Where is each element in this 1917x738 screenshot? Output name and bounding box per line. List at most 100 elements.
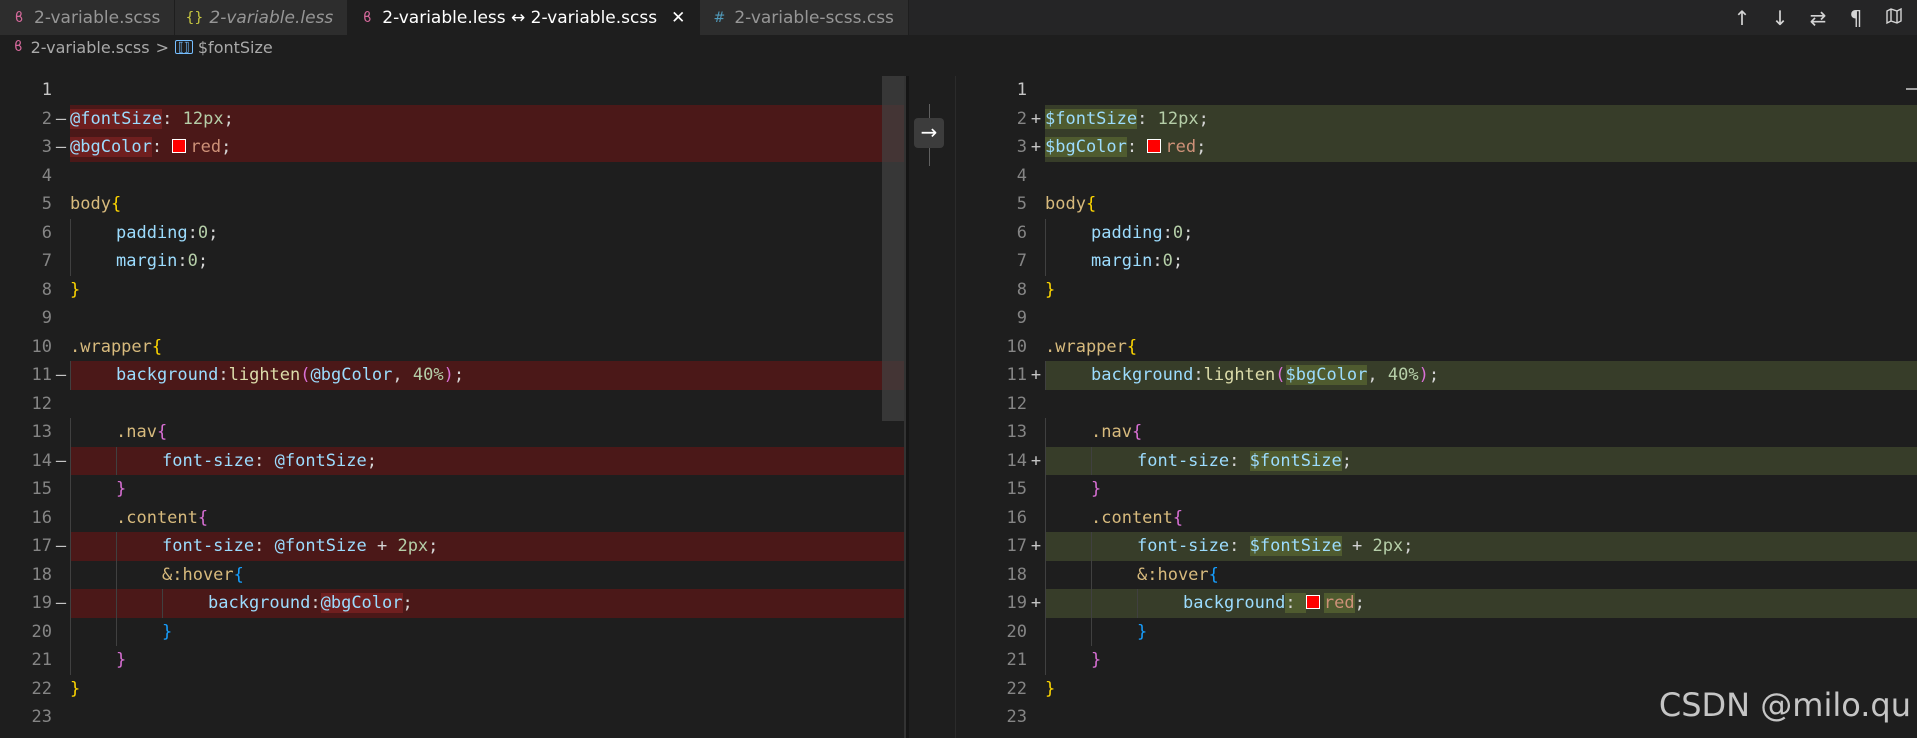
code-line[interactable]: 4 (975, 162, 1917, 191)
code-line[interactable]: 13 .nav{ (0, 418, 905, 447)
code-line[interactable]: 21} (0, 646, 905, 675)
code-line[interactable]: 8} (0, 276, 905, 305)
indent-guide (70, 475, 116, 504)
code-line[interactable]: 11 + background:lighten($bgColor, 40%); (975, 361, 1917, 390)
code-line[interactable]: 14 + font-size: $fontSize; (975, 446, 1917, 476)
code-line[interactable]: 10 .wrapper{ (975, 333, 1917, 362)
code-line[interactable]: 12 (975, 390, 1917, 419)
line-number: 19 (31, 593, 52, 613)
code-line[interactable]: 15} (975, 475, 1917, 504)
code-token: : (310, 593, 321, 613)
code-line[interactable]: 11— background:lighten(@bgColor, 40%); (0, 361, 905, 390)
braces-icon: {} (185, 9, 204, 26)
code-token: red (190, 137, 222, 157)
code-line[interactable]: 19 + background: red; (975, 589, 1917, 618)
line-gutter: 15 (0, 475, 70, 504)
code-line[interactable]: 17 + font-size: $fontSize + 2px; (975, 532, 1917, 561)
line-gutter: 18 (975, 561, 1045, 590)
code-line[interactable]: 14— font-size: @fontSize; (0, 446, 905, 475)
line-code: background:@bgColor; (70, 589, 905, 618)
color-swatch[interactable] (1147, 139, 1162, 153)
code-line[interactable]: 6 padding:0; (975, 218, 1917, 247)
code-line[interactable]: 17— font-size: @fontSize + 2px; (0, 532, 905, 561)
indent-guide (116, 560, 162, 589)
code-line[interactable]: 16 .content{ (975, 503, 1917, 532)
code-line[interactable]: 1 (0, 76, 905, 105)
arrow-down-icon[interactable]: ↓ (1769, 6, 1791, 30)
code-line[interactable]: 18 &:hover{ (975, 560, 1917, 590)
code-line[interactable]: 16 .content{ (0, 503, 905, 532)
line-number: 11 (31, 365, 52, 385)
line-code: padding:0; (1045, 218, 1917, 247)
diff-original-editor[interactable]: 1 2— @fontSize: 12px; 3— @bgColor: red; 4 5 bod… (0, 76, 905, 738)
line-number: 14 (1006, 450, 1027, 471)
line-number: 4 (1016, 165, 1027, 186)
swap-icon[interactable]: ⇄ (1807, 6, 1829, 30)
revert-change-button[interactable]: → (914, 118, 944, 148)
line-code (70, 703, 905, 732)
code-line[interactable]: 20} (975, 617, 1917, 646)
diff-modified-editor[interactable]: 1 2 + $fontSize: 12px; 3 + $bgColor: red; 4 5 bod… (975, 76, 1917, 738)
code-line[interactable]: 5 body{ (0, 190, 905, 219)
code-line[interactable]: 5 body{ (975, 190, 1917, 219)
code-line[interactable]: 3— @bgColor: red; (0, 133, 905, 162)
line-gutter: 14 + (975, 447, 1045, 476)
code-line[interactable]: 12 (0, 390, 905, 419)
code-line[interactable]: 7 margin:0; (975, 247, 1917, 276)
breadcrumb-symbol[interactable]: $fontSize (198, 38, 273, 57)
tab-scss[interactable]: ϐ 2-variable.scss (0, 0, 176, 35)
line-gutter: 5 (0, 190, 70, 219)
tab-diff[interactable]: ϐ 2-variable.less ↔ 2-variable.scss ✕ (348, 0, 701, 35)
code-line[interactable]: 4 (0, 162, 905, 191)
tab-less[interactable]: {} 2-variable.less (175, 0, 349, 35)
indent-guide (1045, 560, 1091, 589)
code-line[interactable]: 21} (975, 646, 1917, 675)
line-number: 9 (1016, 308, 1027, 328)
code-line[interactable]: 2— @fontSize: 12px; (0, 104, 905, 133)
line-code: body{ (1045, 190, 1917, 219)
code-line[interactable]: 23 (0, 703, 905, 732)
line-number: 16 (1006, 507, 1027, 528)
code-line[interactable]: 2 + $fontSize: 12px; (975, 104, 1917, 133)
code-line[interactable]: 8} (975, 276, 1917, 305)
line-gutter: 11— (0, 361, 70, 390)
code-line[interactable]: 9 (0, 304, 905, 333)
code-line[interactable]: 20} (0, 617, 905, 646)
code-token: : (218, 365, 229, 385)
code-token: ) (443, 365, 454, 385)
code-line[interactable]: 7 margin:0; (0, 247, 905, 276)
color-swatch[interactable] (172, 139, 187, 153)
code-line[interactable]: 18 &:hover{ (0, 560, 905, 589)
code-line[interactable]: 15} (0, 475, 905, 504)
arrow-up-icon[interactable]: ↑ (1731, 6, 1753, 30)
color-swatch[interactable] (1305, 595, 1320, 609)
code-line[interactable]: 6 padding:0; (0, 218, 905, 247)
code-line[interactable]: 19— background:@bgColor; (0, 589, 905, 618)
code-line[interactable]: 1 (975, 76, 1917, 105)
breadcrumb-file[interactable]: 2-variable.scss (31, 38, 150, 57)
code-token: } (1091, 650, 1102, 670)
code-line[interactable]: 13 .nav{ (975, 418, 1917, 447)
code-token: .content (1091, 507, 1173, 528)
code-line[interactable]: 10 .wrapper{ (0, 333, 905, 362)
map-icon[interactable] (1883, 7, 1905, 29)
code-token: } (1045, 678, 1056, 699)
close-icon[interactable]: ✕ (671, 8, 685, 28)
code-token: lighten (1203, 365, 1276, 385)
tab-css[interactable]: # 2-variable-scss.css (700, 0, 909, 35)
code-token: : (1285, 593, 1306, 613)
code-token: : (1193, 365, 1204, 385)
code-token: 0 (1172, 222, 1184, 243)
line-gutter: 19— (0, 589, 70, 618)
code-line[interactable]: 22} (0, 675, 905, 704)
indent-guide (70, 560, 116, 589)
scrollbar-thumb[interactable] (882, 76, 904, 421)
code-token: @fontSize (70, 108, 163, 129)
code-line[interactable]: 3 + $bgColor: red; (975, 133, 1917, 162)
indent-guide (1045, 646, 1091, 675)
code-token: } (70, 279, 81, 300)
pilcrow-icon[interactable]: ¶ (1845, 6, 1867, 30)
code-line[interactable]: 9 (975, 304, 1917, 333)
indent-guide (70, 589, 116, 618)
code-token: $fontSize (1045, 108, 1138, 129)
